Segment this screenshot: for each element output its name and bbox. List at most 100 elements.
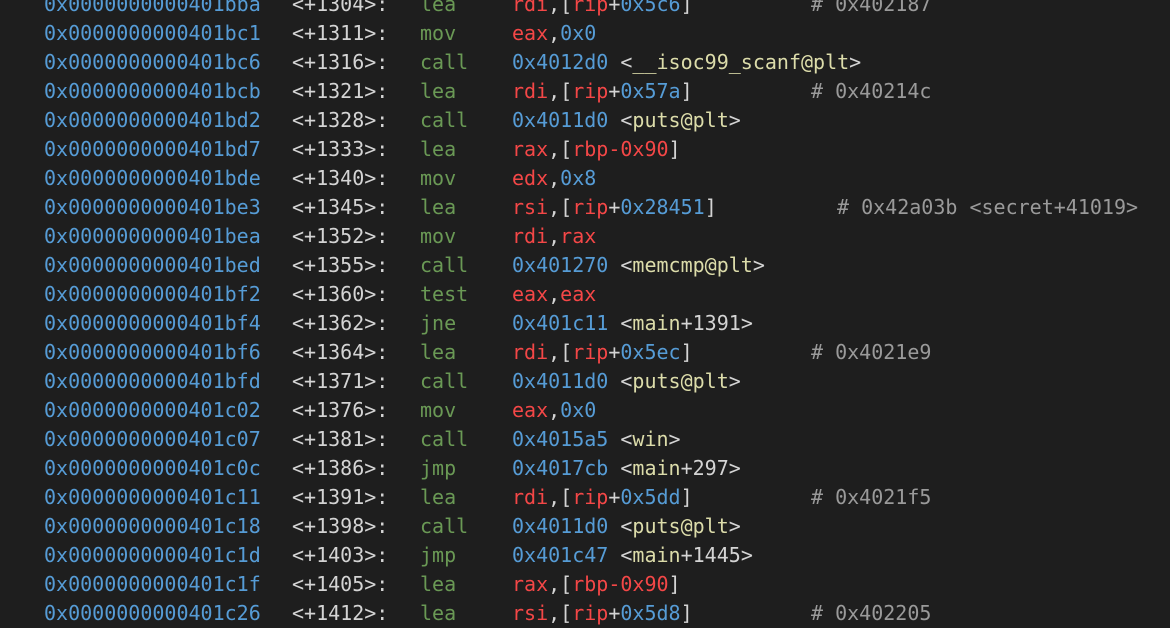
instruction-operands: rdi,[rip+0x5ec]	[512, 338, 693, 367]
operand-token: ,[	[548, 79, 573, 103]
instruction-operands: rdi,[rip+0x5dd]	[512, 483, 693, 512]
instruction-mnemonic: lea	[420, 79, 457, 103]
operand-token: ,	[548, 166, 561, 190]
operand-token: 0x28451	[620, 195, 705, 219]
instruction-operands: 0x4017cb <main+297>	[512, 454, 741, 483]
operand-token: eax	[512, 282, 549, 306]
operand-token: 0x57a	[620, 79, 681, 103]
operand-token: main	[632, 543, 681, 567]
instruction-address: 0x0000000000401be3	[44, 195, 261, 219]
instruction-comment: # 0x4021f5	[811, 485, 932, 509]
instruction-address: 0x0000000000401c0c	[44, 456, 261, 480]
instruction-address: 0x0000000000401bba	[44, 0, 261, 16]
operand-token: rip	[572, 195, 609, 219]
instruction-mnemonic: lea	[420, 601, 457, 625]
instruction-address: 0x0000000000401c26	[44, 601, 261, 625]
instruction-offset: <+1333>:	[292, 137, 389, 161]
instruction-mnemonic: call	[420, 108, 469, 132]
operand-token: rdi	[512, 0, 549, 16]
instruction-operands: 0x401c47 <main+1445>	[512, 541, 753, 570]
operand-token: <	[608, 311, 633, 335]
instruction-address: 0x0000000000401bcb	[44, 79, 261, 103]
instruction-offset: <+1316>:	[292, 50, 389, 74]
instruction-operands: eax,0x0	[512, 19, 596, 48]
operand-token: +	[608, 79, 621, 103]
operand-token: ]	[680, 340, 693, 364]
operand-token: >	[740, 543, 753, 567]
instruction-address: 0x0000000000401bf6	[44, 340, 261, 364]
disassembly-line: 0x0000000000401bea <+1352>: mov rdi,rax	[44, 222, 861, 251]
operand-token: +297	[680, 456, 729, 480]
instruction-comment: # 0x402187	[811, 0, 932, 16]
operand-token: ,	[548, 398, 561, 422]
instruction-operands: rdi,[rip+0x5c6]	[512, 0, 693, 19]
operand-token: >	[740, 311, 753, 335]
disassembly-line: 0x0000000000401bf4 <+1362>: jne 0x401c11 <m…	[44, 309, 861, 338]
operand-token: 0x401c11	[512, 311, 609, 335]
disassembly-line: 0x0000000000401bf2 <+1360>: test eax,eax	[44, 280, 861, 309]
instruction-offset: <+1360>:	[292, 282, 389, 306]
operand-token: >	[728, 108, 741, 132]
operand-token: 0x4011d0	[512, 369, 609, 393]
instruction-offset: <+1398>:	[292, 514, 389, 538]
operand-token: ]	[668, 572, 681, 596]
instruction-comment: # 0x40214c	[811, 79, 932, 103]
instruction-operands: rdi,[rip+0x57a]	[512, 77, 693, 106]
operand-token: 0x4011d0	[512, 108, 609, 132]
operand-token: ,	[548, 282, 561, 306]
operand-token: ,[	[548, 572, 573, 596]
operand-token: ]	[704, 195, 717, 219]
instruction-operands: 0x4015a5 <win>	[512, 425, 681, 454]
instruction-offset: <+1405>:	[292, 572, 389, 596]
operand-token: rdi	[512, 340, 549, 364]
instruction-operands: rax,[rbp-0x90]	[512, 135, 681, 164]
operand-token: rip	[572, 340, 609, 364]
operand-token: main	[632, 311, 681, 335]
instruction-mnemonic: call	[420, 514, 469, 538]
operand-token: 0x5d8	[620, 601, 681, 625]
disassembly-line: 0x0000000000401c11 <+1391>: lea rdi,[rip+0x…	[44, 483, 931, 512]
instruction-offset: <+1311>:	[292, 21, 389, 45]
operand-token: 0x5c6	[620, 0, 681, 16]
operand-token: +	[608, 601, 621, 625]
operand-token: rax	[512, 572, 549, 596]
operand-token: eax	[512, 398, 549, 422]
instruction-address: 0x0000000000401bf4	[44, 311, 261, 335]
operand-token: 0x4015a5	[512, 427, 609, 451]
operand-token: rip	[572, 601, 609, 625]
operand-token: <	[608, 108, 633, 132]
operand-token: rdi	[512, 485, 549, 509]
operand-token: rip	[572, 0, 609, 16]
instruction-comment: # 0x402205	[811, 601, 932, 625]
operand-token: ,[	[548, 485, 573, 509]
disassembly-line: 0x0000000000401bd2 <+1328>: call 0x4011d0 <…	[44, 106, 861, 135]
instruction-operands: rdi,rax	[512, 222, 596, 251]
instruction-comment: # 0x4021e9	[811, 340, 932, 364]
instruction-offset: <+1412>:	[292, 601, 389, 625]
instruction-offset: <+1364>:	[292, 340, 389, 364]
instruction-address: 0x0000000000401c1f	[44, 572, 261, 596]
instruction-operands: 0x4011d0 <puts@plt>	[512, 512, 741, 541]
instruction-operands: rsi,[rip+0x5d8]	[512, 599, 693, 628]
operand-token: ,[	[548, 340, 573, 364]
operand-token: ]	[668, 137, 681, 161]
disassembly-line: 0x0000000000401c07 <+1381>: call 0x4015a5 <…	[44, 425, 861, 454]
operand-token: <	[608, 369, 633, 393]
operand-token: +1391	[680, 311, 741, 335]
instruction-mnemonic: lea	[420, 0, 457, 16]
operand-token: +	[608, 340, 621, 364]
disassembly-line: 0x0000000000401c0c <+1386>: jmp 0x4017cb <m…	[44, 454, 861, 483]
instruction-mnemonic: call	[420, 369, 469, 393]
operand-token: win	[632, 427, 669, 451]
disassembly-line: 0x0000000000401bba <+1304>: lea rdi,[rip+0x…	[44, 0, 931, 19]
operand-token: puts@plt	[632, 514, 729, 538]
instruction-address: 0x0000000000401bde	[44, 166, 261, 190]
operand-token: rip	[572, 485, 609, 509]
operand-token: rip	[572, 79, 609, 103]
operand-token: <	[608, 50, 633, 74]
disassembly-line: 0x0000000000401c02 <+1376>: mov eax,0x0	[44, 396, 861, 425]
operand-token: +1445	[680, 543, 741, 567]
instruction-offset: <+1376>:	[292, 398, 389, 422]
operand-token: <	[608, 253, 633, 277]
operand-token: ]	[680, 79, 693, 103]
